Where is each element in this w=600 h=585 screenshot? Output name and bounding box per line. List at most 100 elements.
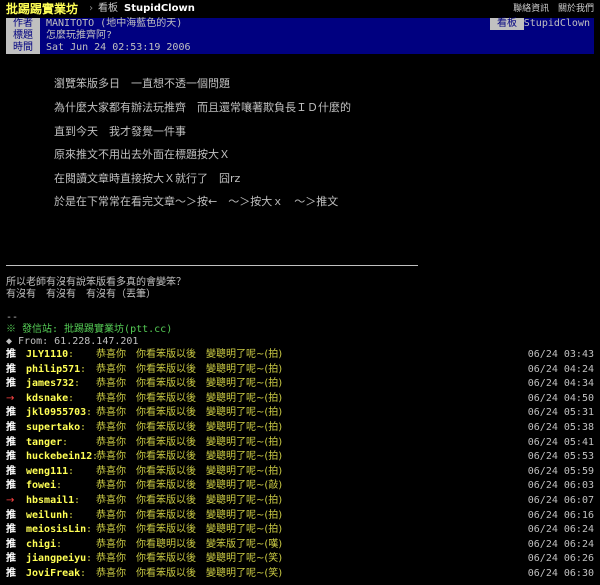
push-time: 06/24 05:38 <box>527 422 594 433</box>
push-time: 06/24 06:07 <box>527 495 594 506</box>
push-row: → kdsnake: 恭喜你 你看笨版以後 變聰明了呢~(拍) 06/24 04:50 <box>6 392 594 406</box>
push-time: 06/24 05:53 <box>527 451 594 463</box>
push-row: 推 JoviFreak: 恭喜你 你看笨版以後 變聰明了呢~(笑) 06/24 06:… <box>6 567 594 581</box>
push-row: 推 james732: 恭喜你 你看笨版以後 變聰明了呢~(拍) 06/24 04:3… <box>6 377 594 391</box>
push-row: 推 fowei: 恭喜你 你看笨版以後 變聰明了呢~(敲) 06/24 06:03 <box>6 479 594 493</box>
push-message: 恭喜你 你看笨版以後 變聰明了呢~(拍) <box>96 349 283 360</box>
push-tag: 推 <box>6 422 16 433</box>
push-message: 恭喜你 你看聰明以後 變笨版了呢~(嘆) <box>96 538 283 550</box>
push-colon: : <box>86 524 93 536</box>
top-bar: 批踢踢實業坊 › 看板 StupidClown 聯絡資訊 關於我們 <box>0 0 600 18</box>
push-message: 恭喜你 你看笨版以後 變聰明了呢~(拍) <box>96 378 283 390</box>
push-time: 06/24 06:16 <box>527 509 594 521</box>
push-time: 06/24 05:41 <box>527 436 594 448</box>
push-tag: 推 <box>6 363 16 375</box>
push-row: 推 JLY1110: 恭喜你 你看笨版以後 變聰明了呢~(拍) 06/24 03:43 <box>6 348 594 362</box>
divider-line <box>6 265 418 266</box>
push-message: 恭喜你 你看笨版以後 變聰明了呢~(拍) <box>96 363 283 375</box>
push-time: 06/24 06:24 <box>527 538 594 550</box>
push-time: 06/24 06:03 <box>527 480 594 492</box>
push-colon: : <box>80 568 87 579</box>
push-colon: : <box>68 465 75 477</box>
push-time: 06/24 06:24 <box>527 524 594 536</box>
top-links: 聯絡資訊 關於我們 <box>507 0 594 18</box>
from-line: ◆ From: 61.228.147.201 <box>6 336 139 347</box>
push-colon: : <box>86 553 93 565</box>
push-tag: 推 <box>6 480 16 492</box>
push-tag: 推 <box>6 407 16 419</box>
signature-line: 所以老師有沒有說笨版看多真的會變笨？ <box>6 277 186 288</box>
push-user: weilunh <box>26 509 69 521</box>
push-row: 推 philip571: 恭喜你 你看笨版以後 變聰明了呢~(拍) 06/24 04:… <box>6 363 594 377</box>
push-time: 06/24 03:43 <box>527 349 594 360</box>
author-value: MANITOTO (地中海藍色的天) <box>46 18 183 29</box>
time-value: Sat Jun 24 02:53:19 2006 <box>46 42 191 53</box>
content-line: 直到今天 我才發覺一件事 <box>54 125 186 138</box>
site-brand-link[interactable]: 批踢踢實業坊 <box>6 0 78 18</box>
push-user: weng111 <box>26 465 69 477</box>
push-colon: : <box>68 509 75 521</box>
push-message: 恭喜你 你看笨版以後 變聰明了呢~(拍) <box>96 392 283 404</box>
push-user: hbsmail1 <box>26 495 75 506</box>
push-message: 恭喜你 你看笨版以後 變聰明了呢~(拍) <box>96 407 283 419</box>
signature-line: 有沒有 有沒有 有沒有（丟筆） <box>6 289 156 300</box>
push-message: 恭喜你 你看笨版以後 變聰明了呢~(拍) <box>96 422 283 433</box>
push-time: 06/24 05:59 <box>527 465 594 477</box>
push-message: 恭喜你 你看笨版以後 變聰明了呢~(拍) <box>96 495 283 506</box>
push-message: 恭喜你 你看笨版以後 變聰明了呢~(笑) <box>96 553 283 565</box>
push-time: 06/24 05:31 <box>527 407 594 419</box>
push-time: 06/24 04:34 <box>527 378 594 390</box>
push-user: philip571 <box>26 363 81 375</box>
push-row: 推 jkl0955703: 恭喜你 你看笨版以後 變聰明了呢~(拍) 06/24 05… <box>6 406 594 420</box>
push-tag: 推 <box>6 349 16 360</box>
push-row: 推 tanger: 恭喜你 你看笨版以後 變聰明了呢~(拍) 06/24 05:41 <box>6 436 594 450</box>
push-message: 恭喜你 你看笨版以後 變聰明了呢~(拍) <box>96 509 283 521</box>
push-row: 推 weilunh: 恭喜你 你看笨版以後 變聰明了呢~(拍) 06/24 06:16 <box>6 509 594 523</box>
push-user: meiosisLin <box>26 524 87 536</box>
push-colon: : <box>68 392 75 404</box>
push-tag: 推 <box>6 568 16 579</box>
push-user: tanger <box>26 436 63 448</box>
push-user: james732 <box>26 378 75 390</box>
push-tag: 推 <box>6 509 16 521</box>
push-tag: 推 <box>6 465 16 477</box>
push-time: 06/24 04:24 <box>527 363 594 375</box>
push-colon: : <box>62 436 69 448</box>
push-colon: : <box>86 407 93 419</box>
about-link[interactable]: 關於我們 <box>558 4 594 14</box>
push-user: kdsnake <box>26 392 69 404</box>
origin-line: ※ 發信站: 批踢踢實業坊(ptt.cc) <box>6 324 173 335</box>
push-row: 推 jiangpeiyu: 恭喜你 你看笨版以後 變聰明了呢~(笑) 06/24 06… <box>6 552 594 566</box>
arrow-tag: → <box>6 495 15 506</box>
push-colon: : <box>56 480 63 492</box>
push-user: jkl0955703 <box>26 407 87 419</box>
push-row: 推 supertako: 恭喜你 你看笨版以後 變聰明了呢~(拍) 06/24 05:… <box>6 421 594 435</box>
push-user: huckebein12 <box>26 451 93 463</box>
push-message: 恭喜你 你看笨版以後 變聰明了呢~(拍) <box>96 451 283 463</box>
article-meta: 作者 MANITOTO (地中海藍色的天) 看板 StupidClown 標題 … <box>6 18 594 54</box>
push-colon: : <box>56 538 63 550</box>
content-line: 瀏覽笨版多日 一直想不透一個問題 <box>54 77 230 90</box>
push-colon: : <box>74 495 81 506</box>
push-tag: 推 <box>6 553 16 565</box>
push-message: 恭喜你 你看笨版以後 變聰明了呢~(敲) <box>96 480 283 492</box>
board-label: 看板 <box>98 3 118 14</box>
push-row: 推 chigi: 恭喜你 你看聰明以後 變笨版了呢~(嘆) 06/24 06:24 <box>6 538 594 552</box>
push-tag: 推 <box>6 451 16 463</box>
board-link[interactable]: StupidClown <box>124 0 195 18</box>
push-message: 恭喜你 你看笨版以後 變聰明了呢~(拍) <box>96 436 283 448</box>
push-colon: : <box>68 349 75 360</box>
content-line: 為什麼大家都有辦法玩推齊 而且還常嚷著欺負長ＩＤ什麼的 <box>54 101 351 114</box>
push-user: supertako <box>26 422 81 433</box>
push-colon: : <box>80 422 87 433</box>
content-line: 原來推文不用出去外面在標題按大Ｘ <box>54 148 230 161</box>
push-row: → hbsmail1: 恭喜你 你看笨版以後 變聰明了呢~(拍) 06/24 06:0… <box>6 494 594 508</box>
push-row: 推 meiosisLin: 恭喜你 你看笨版以後 變聰明了呢~(拍) 06/24 06… <box>6 523 594 537</box>
push-row: 推 huckebein12: 恭喜你 你看笨版以後 變聰明了呢~(拍) 06/24 0… <box>6 450 594 464</box>
push-time: 06/24 06:26 <box>527 553 594 565</box>
push-time: 06/24 06:30 <box>527 568 594 579</box>
push-row: 推 weng111: 恭喜你 你看笨版以後 變聰明了呢~(拍) 06/24 05:59 <box>6 465 594 479</box>
arrow-tag: → <box>6 392 15 404</box>
contact-link[interactable]: 聯絡資訊 <box>513 4 549 14</box>
content-line: 在閱讀文章時直接按大Ｘ就行了 囧rz <box>54 172 241 185</box>
